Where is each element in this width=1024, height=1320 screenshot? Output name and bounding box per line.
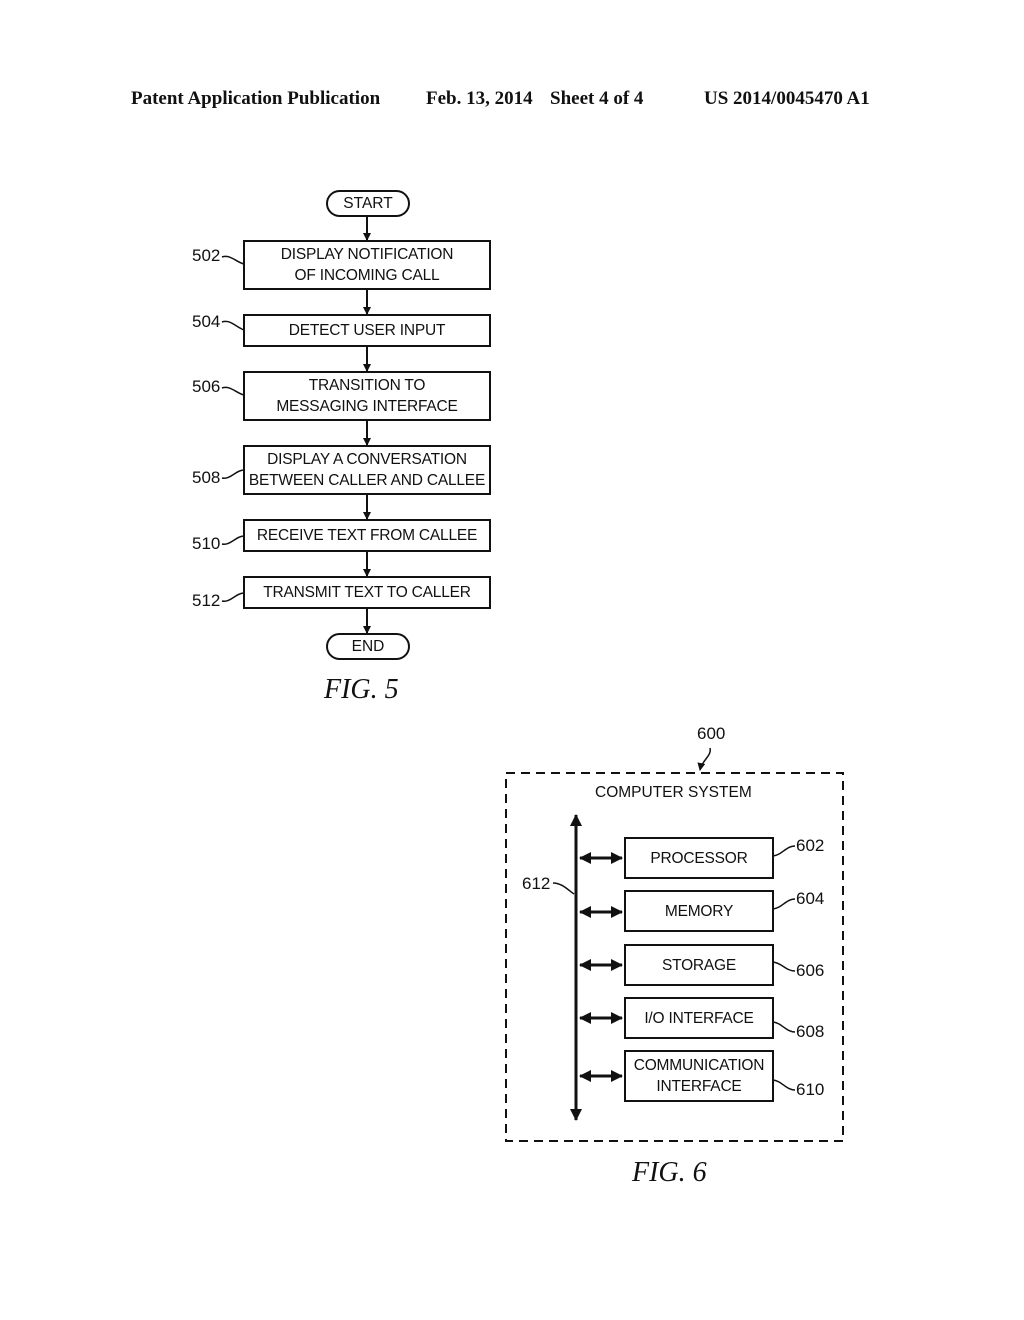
flow-step-display-notification: DISPLAY NOTIFICATION OF INCOMING CALL xyxy=(243,240,491,290)
step-text-line: DISPLAY A CONVERSATION xyxy=(267,451,467,468)
component-communication-interface: COMMUNICATION INTERFACE xyxy=(624,1050,774,1102)
component-ref-label: 604 xyxy=(796,889,825,908)
figure-caption: FIG. 5 xyxy=(324,674,399,705)
component-text-line: I/O INTERFACE xyxy=(644,1009,754,1027)
step-text-line: TRANSITION TO xyxy=(308,377,426,394)
ref-leader xyxy=(221,255,245,265)
step-ref-label: 512 xyxy=(192,591,221,610)
component-text-line: INTERFACE xyxy=(656,1078,742,1095)
fig5-ref-leaders xyxy=(221,255,245,602)
ref-leader xyxy=(772,845,796,857)
flow-step-transition-messaging: TRANSITION TO MESSAGING INTERFACE xyxy=(243,371,491,421)
flow-step-detect-user-input: DETECT USER INPUT xyxy=(243,314,491,347)
component-io-interface: I/O INTERFACE xyxy=(624,997,774,1039)
component-text-line: PROCESSOR xyxy=(650,849,748,867)
component-text-line: STORAGE xyxy=(661,956,737,974)
step-text-line: BETWEEN CALLER AND CALLEE xyxy=(248,472,486,489)
component-ref-label: 602 xyxy=(796,836,825,855)
ref-leader xyxy=(221,386,245,396)
step-text-line: RECEIVE TEXT FROM CALLEE xyxy=(256,527,478,544)
component-text-line: MEMORY xyxy=(664,902,734,920)
step-text-line: MESSAGING INTERFACE xyxy=(276,398,458,415)
component-ref-label: 606 xyxy=(796,961,825,980)
step-text-line: DETECT USER INPUT xyxy=(288,322,446,339)
component-ref-label: 608 xyxy=(796,1022,825,1041)
ref-leader xyxy=(221,535,245,545)
system-ref-label: 600 xyxy=(697,724,726,743)
step-ref-label: 504 xyxy=(192,312,221,331)
step-ref-label: 506 xyxy=(192,377,221,396)
component-text-line: COMMUNICATION xyxy=(633,1057,765,1074)
component-ref-label: 610 xyxy=(796,1080,825,1099)
step-ref-label: 510 xyxy=(192,534,221,553)
bus-ref-label: 612 xyxy=(522,874,551,893)
component-memory: MEMORY xyxy=(624,890,774,932)
system-ref-pointer xyxy=(697,747,711,771)
bus-connectors xyxy=(579,852,623,1082)
ref-leader xyxy=(772,898,796,910)
step-text-line: TRANSMIT TEXT TO CALLER xyxy=(263,584,471,601)
diagram-connectors xyxy=(221,216,844,1142)
ref-leader xyxy=(221,469,245,479)
ref-leader xyxy=(772,961,796,972)
ref-leader xyxy=(772,1079,796,1091)
flow-step-transmit-text: TRANSMIT TEXT TO CALLER xyxy=(243,576,491,609)
step-text-line: OF INCOMING CALL xyxy=(294,267,440,284)
flow-step-receive-text: RECEIVE TEXT FROM CALLEE xyxy=(243,519,491,552)
system-title: COMPUTER SYSTEM xyxy=(595,784,752,801)
ref-leader xyxy=(552,882,575,895)
ref-leader xyxy=(221,592,245,602)
component-storage: STORAGE xyxy=(624,944,774,986)
flow-end-terminal: END xyxy=(326,633,410,660)
flow-start-terminal: START xyxy=(326,190,410,217)
figure-caption: FIG. 6 xyxy=(632,1157,707,1188)
ref-leader xyxy=(221,320,245,331)
step-ref-label: 508 xyxy=(192,468,221,487)
component-processor: PROCESSOR xyxy=(624,837,774,879)
ref-leader xyxy=(772,1021,796,1033)
step-ref-label: 502 xyxy=(192,246,221,265)
flow-step-display-conversation: DISPLAY A CONVERSATION BETWEEN CALLER AND… xyxy=(243,445,491,495)
step-text-line: DISPLAY NOTIFICATION xyxy=(280,246,454,263)
